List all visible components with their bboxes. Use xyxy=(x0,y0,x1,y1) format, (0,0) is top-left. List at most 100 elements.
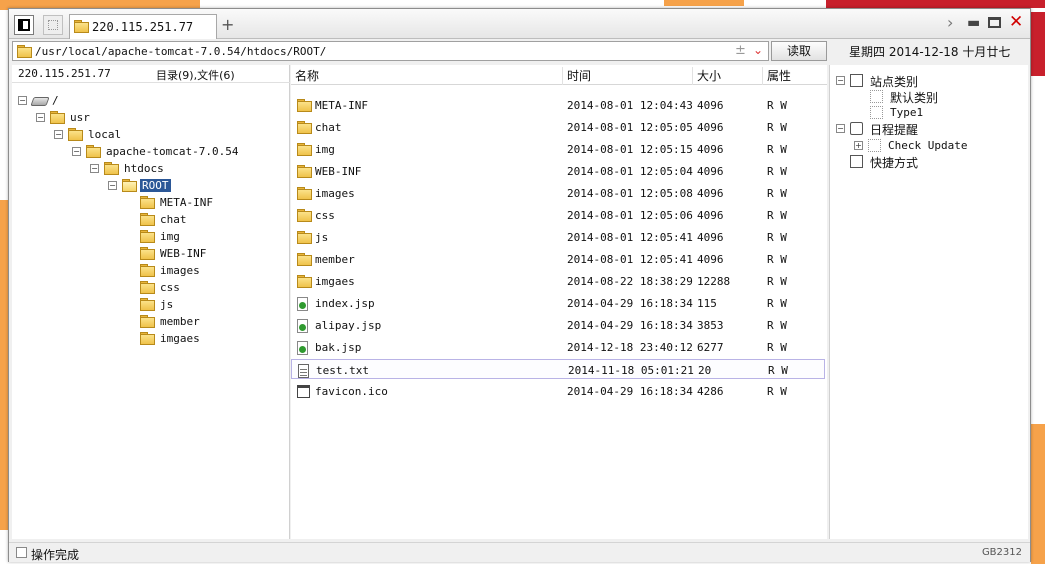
file-size: 4096 xyxy=(697,143,724,156)
file-attr: R W xyxy=(767,209,787,222)
file-list-panel: 名称 时间 大小 属性 META-INF 2014-08-01 12:04:43 4… xyxy=(291,65,827,539)
folder-icon xyxy=(68,128,83,143)
file-attr: R W xyxy=(767,99,787,112)
plus-minus-icon[interactable]: ± xyxy=(735,43,746,58)
file-attr: R W xyxy=(767,385,787,398)
file-name: alipay.jsp xyxy=(315,319,382,332)
collapse-icon[interactable]: − xyxy=(108,181,117,190)
file-attr: R W xyxy=(767,231,787,244)
default-category-label: 默认类别 xyxy=(890,91,939,105)
file-name: imgaes xyxy=(315,275,355,288)
folder-icon xyxy=(297,165,312,180)
column-time[interactable]: 时间 xyxy=(563,67,693,85)
column-attr[interactable]: 属性 xyxy=(763,67,827,85)
new-window-button[interactable] xyxy=(43,15,63,35)
address-path[interactable]: /usr/local/apache-tomcat-7.0.54/htdocs/R… xyxy=(35,45,326,58)
file-row[interactable]: css 2014-08-01 12:05:06 4096 R W xyxy=(291,205,825,225)
file-attr: R W xyxy=(767,253,787,266)
file-row[interactable]: js 2014-08-01 12:05:41 4096 R W xyxy=(291,227,825,247)
file-name: css xyxy=(315,209,335,222)
file-row[interactable]: META-INF 2014-08-01 12:04:43 4096 R W xyxy=(291,95,825,115)
folder-icon xyxy=(86,145,101,160)
address-bar[interactable]: /usr/local/apache-tomcat-7.0.54/htdocs/R… xyxy=(12,41,769,61)
file-time: 2014-08-01 12:05:06 xyxy=(567,209,693,222)
encoding-label[interactable]: GB2312 xyxy=(982,547,1022,558)
expand-icon[interactable]: + xyxy=(854,141,863,150)
chevron-right-icon[interactable]: › xyxy=(947,13,953,32)
column-size[interactable]: 大小 xyxy=(693,67,763,85)
file-row[interactable]: WEB-INF 2014-08-01 12:05:04 4096 R W xyxy=(291,161,825,181)
collapse-icon[interactable]: − xyxy=(72,147,81,156)
file-size: 3853 xyxy=(697,319,724,332)
tree-node-label: images xyxy=(160,264,200,277)
collapse-icon[interactable]: − xyxy=(36,113,45,122)
folder-icon xyxy=(297,121,312,136)
file-size: 115 xyxy=(697,297,717,310)
status-message: 操作完成 xyxy=(31,548,80,562)
read-button[interactable]: 读取 xyxy=(771,41,827,61)
status-checkbox[interactable] xyxy=(16,547,27,558)
file-row[interactable]: favicon.ico 2014-04-29 16:18:34 4286 R W xyxy=(291,381,825,401)
shortcut-icon xyxy=(850,155,863,168)
file-row[interactable]: img 2014-08-01 12:05:15 4096 R W xyxy=(291,139,825,159)
folder-icon xyxy=(140,315,155,330)
folder-icon xyxy=(297,99,312,114)
file-row[interactable]: member 2014-08-01 12:05:41 4096 R W xyxy=(291,249,825,269)
file-row[interactable]: imgaes 2014-08-22 18:38:29 12288 R W xyxy=(291,271,825,291)
collapse-icon[interactable]: − xyxy=(90,164,99,173)
file-size: 4096 xyxy=(697,121,724,134)
collapse-icon[interactable]: − xyxy=(54,130,63,139)
close-button[interactable]: ✕ xyxy=(1009,12,1023,32)
tree-host: 220.115.251.77 xyxy=(18,67,111,80)
tree-node-label: local xyxy=(88,128,122,141)
file-row[interactable]: index.jsp 2014-04-29 16:18:34 115 R W xyxy=(291,293,825,313)
file-name: member xyxy=(315,253,355,266)
file-size: 4096 xyxy=(697,231,724,244)
collapse-icon[interactable]: − xyxy=(18,96,27,105)
panel-toggle-button[interactable] xyxy=(14,15,34,35)
file-row[interactable]: images 2014-08-01 12:05:08 4096 R W xyxy=(291,183,825,203)
folder-icon xyxy=(140,247,155,262)
folder-icon xyxy=(140,298,155,313)
maximize-button[interactable] xyxy=(988,17,1001,28)
file-attr: R W xyxy=(767,275,787,288)
file-name: js xyxy=(315,231,329,244)
tree-node-label: / xyxy=(52,94,59,107)
file-name: index.jsp xyxy=(315,297,375,310)
file-size: 4096 xyxy=(697,209,724,222)
file-attr: R W xyxy=(767,341,787,354)
tree-node-label: META-INF xyxy=(160,196,213,209)
folder-icon xyxy=(140,196,155,211)
folder-icon xyxy=(140,281,155,296)
file-name: test.txt xyxy=(316,364,369,377)
file-size: 4096 xyxy=(697,99,724,112)
file-time: 2014-04-29 16:18:34 xyxy=(567,297,693,310)
tree-node-label: css xyxy=(160,281,180,294)
file-row[interactable]: chat 2014-08-01 12:05:05 4096 R W xyxy=(291,117,825,137)
site-panel: − 站点类别 默认类别 Type1 − 日程提醒 + Check Update … xyxy=(829,65,1028,539)
file-row[interactable]: alipay.jsp 2014-04-29 16:18:34 3853 R W xyxy=(291,315,825,335)
file-time: 2014-12-18 23:40:12 xyxy=(567,341,693,354)
tab-bar: 220.115.251.77 + › ▬ ✕ xyxy=(9,9,1030,39)
folder-icon xyxy=(297,143,312,158)
add-tab-button[interactable]: + xyxy=(221,15,234,34)
file-size: 4286 xyxy=(697,385,724,398)
file-row[interactable]: bak.jsp 2014-12-18 23:40:12 6277 R W xyxy=(291,337,825,357)
file-name: img xyxy=(315,143,335,156)
image-file-icon xyxy=(297,385,310,401)
folder-icon xyxy=(140,213,155,228)
tree-node-label: htdocs xyxy=(124,162,164,175)
column-name[interactable]: 名称 xyxy=(291,67,563,85)
file-size: 20 xyxy=(698,364,712,377)
collapse-icon[interactable]: − xyxy=(836,124,845,133)
minimize-button[interactable]: ▬ xyxy=(967,15,980,31)
collapse-icon[interactable]: − xyxy=(836,76,845,85)
tree-node-label: imgaes xyxy=(160,332,200,345)
check-update-label: Check Update xyxy=(888,139,968,152)
tree-node-label: member xyxy=(160,315,200,328)
chevron-down-icon[interactable]: ⌄ xyxy=(753,43,763,57)
tab-host[interactable]: 220.115.251.77 xyxy=(69,14,217,39)
text-file-icon xyxy=(298,364,309,381)
file-row[interactable]: test.txt 2014-11-18 05:01:21 20 R W xyxy=(291,359,825,379)
jsp-file-icon xyxy=(297,297,308,314)
